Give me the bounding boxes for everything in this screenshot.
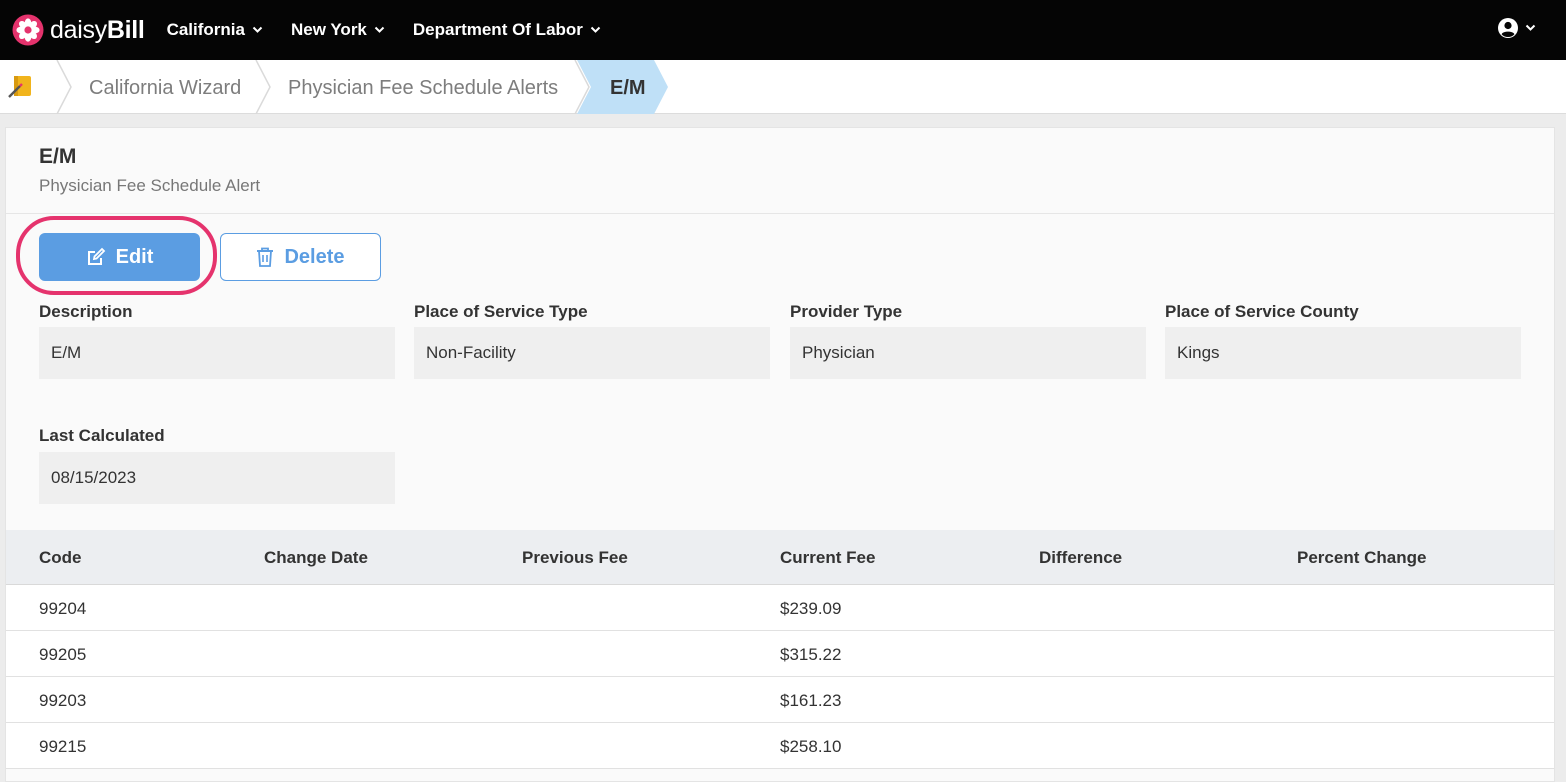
breadcrumb: California Wizard Physician Fee Schedule… [0, 60, 1566, 114]
user-menu[interactable] [1497, 17, 1536, 39]
last-calculated-value: 08/15/2023 [39, 452, 395, 504]
nav-item-department-of-labor[interactable]: Department Of Labor [413, 20, 601, 40]
nav-item-california[interactable]: California [167, 20, 263, 40]
pos-county-value: Kings [1165, 327, 1521, 379]
pos-type-label: Place of Service Type [414, 302, 588, 321]
fee-change-table: Code Change Date Previous Fee Current Fe… [6, 530, 1554, 769]
daisy-flower-icon [12, 14, 44, 46]
table-row: 99204 $239.09 [6, 585, 1554, 631]
state-menu: California New York Department Of Labor [167, 0, 629, 60]
alert-detail-panel: E/M Physician Fee Schedule Alert Edit De… [5, 127, 1555, 782]
nav-item-label: Department Of Labor [412, 20, 583, 39]
top-navbar: daisyBill California New York Department… [0, 0, 1566, 60]
cell-current-fee: $239.09 [780, 599, 842, 618]
delete-button-label: Delete [284, 245, 345, 268]
provider-type-value: Physician [790, 327, 1146, 379]
edit-button-label: Edit [115, 245, 154, 268]
breadcrumb-item-current: E/M [610, 77, 646, 99]
last-calculated-label: Last Calculated [39, 426, 165, 445]
breadcrumb-item-fee-schedule-alerts[interactable]: Physician Fee Schedule Alerts [288, 77, 558, 100]
cell-code: 99203 [39, 691, 87, 710]
page-subtitle: Physician Fee Schedule Alert [39, 176, 261, 195]
breadcrumb-item-california-wizard[interactable]: California Wizard [89, 77, 241, 100]
cell-code: 99215 [39, 737, 87, 756]
column-header-current-fee[interactable]: Current Fee [780, 548, 875, 568]
table-header: Code Change Date Previous Fee Current Fe… [6, 530, 1554, 585]
column-header-previous-fee[interactable]: Previous Fee [522, 548, 628, 568]
cell-current-fee: $258.10 [780, 737, 842, 756]
notebook-pencil-icon[interactable] [6, 73, 36, 101]
column-header-difference[interactable]: Difference [1039, 548, 1122, 568]
description-value: E/M [39, 327, 395, 379]
pos-type-value: Non-Facility [414, 327, 770, 379]
brand-name: daisyBill [50, 15, 145, 44]
chevron-down-icon [1525, 24, 1536, 31]
nav-item-label: New York [290, 20, 367, 39]
table-row: 99215 $258.10 [6, 723, 1554, 769]
page-title: E/M [39, 145, 77, 168]
table-row: 99205 $315.22 [6, 631, 1554, 677]
chevron-down-icon [590, 26, 601, 33]
pos-county-label: Place of Service County [1165, 302, 1359, 321]
description-label: Description [39, 302, 133, 321]
table-row: 99203 $161.23 [6, 677, 1554, 723]
brand-logo[interactable]: daisyBill [12, 0, 145, 60]
nav-item-label: California [166, 20, 245, 39]
provider-type-label: Provider Type [790, 302, 903, 321]
trash-icon [257, 247, 274, 267]
cell-current-fee: $161.23 [780, 691, 842, 710]
edit-button[interactable]: Edit [39, 233, 200, 281]
column-header-code[interactable]: Code [39, 548, 82, 568]
cell-code: 99205 [39, 645, 87, 664]
cell-current-fee: $315.22 [780, 645, 842, 664]
chevron-down-icon [374, 26, 385, 33]
cell-code: 99204 [39, 599, 87, 618]
user-circle-icon [1498, 18, 1518, 38]
nav-item-new-york[interactable]: New York [291, 20, 385, 40]
edit-icon [87, 247, 105, 265]
column-header-change-date[interactable]: Change Date [264, 548, 368, 568]
column-header-percent-change[interactable]: Percent Change [1297, 548, 1426, 568]
delete-button[interactable]: Delete [220, 233, 381, 281]
chevron-down-icon [252, 26, 263, 33]
panel-header: E/M Physician Fee Schedule Alert [6, 128, 1554, 214]
